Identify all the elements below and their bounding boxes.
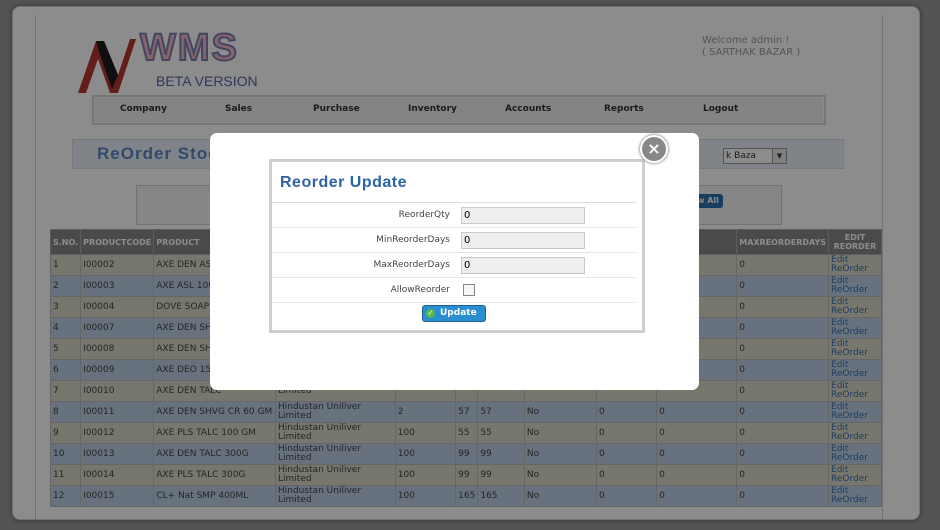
field-row-reorderqty: ReorderQty 0 bbox=[272, 203, 636, 228]
allowreorder-label: AllowReorder bbox=[390, 285, 450, 295]
minreorderdays-input[interactable]: 0 bbox=[461, 232, 585, 249]
modal-title: Reorder Update bbox=[280, 174, 408, 191]
field-row-minreorderdays: MinReorderDays 0 bbox=[272, 228, 636, 253]
allowreorder-checkbox[interactable] bbox=[463, 284, 475, 296]
maxreorderdays-label: MaxReorderDays bbox=[373, 260, 450, 270]
field-row-allowreorder: AllowReorder bbox=[272, 278, 636, 303]
reorderqty-label: ReorderQty bbox=[398, 210, 450, 220]
modal-header: Reorder Update bbox=[272, 162, 636, 203]
reorderqty-input[interactable]: 0 bbox=[461, 207, 585, 224]
field-row-maxreorderdays: MaxReorderDays 0 bbox=[272, 253, 636, 278]
update-button[interactable]: ✓ Update bbox=[422, 305, 486, 322]
checkmark-icon: ✓ bbox=[426, 309, 435, 318]
reorder-form: Reorder Update ReorderQty 0 MinReorderDa… bbox=[269, 159, 645, 333]
reorder-modal: Reorder Update ReorderQty 0 MinReorderDa… bbox=[210, 133, 699, 390]
update-button-label: Update bbox=[440, 308, 477, 318]
minreorderdays-label: MinReorderDays bbox=[376, 235, 450, 245]
maxreorderdays-input[interactable]: 0 bbox=[461, 257, 585, 274]
close-icon[interactable]: × bbox=[640, 135, 668, 163]
